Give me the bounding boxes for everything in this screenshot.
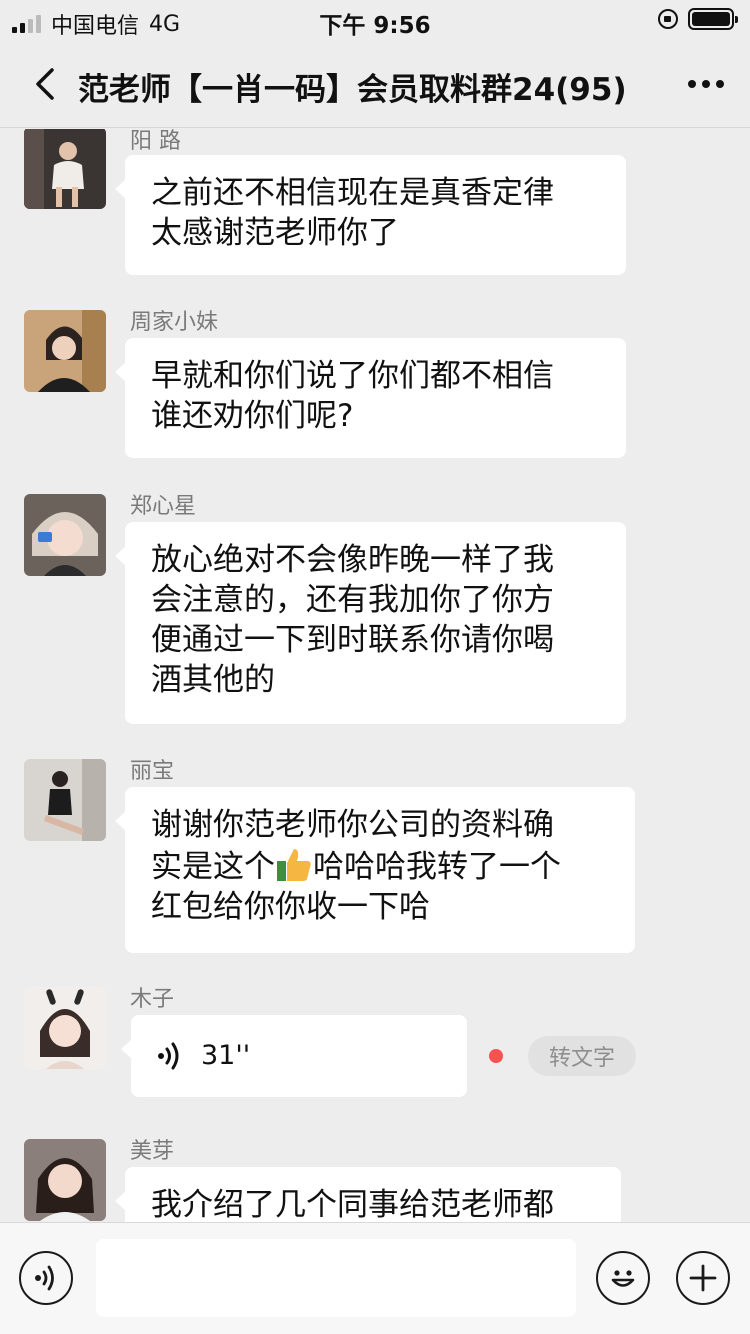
- status-bar: 中国电信 4G 下午 9:56: [0, 0, 750, 40]
- sender-name: 丽宝: [130, 759, 175, 784]
- message-text: 早就和你们说了你们都不相信 谁还劝你们呢?: [151, 358, 554, 434]
- sender-name: 美芽: [130, 1139, 175, 1164]
- message-bubble[interactable]: 谢谢你范老师你公司的资料确 实是这个 哈哈哈我转了一个 红包给你你收一下哈: [115, 787, 635, 953]
- emoji-icon: [611, 1270, 635, 1287]
- avatar[interactable]: [24, 759, 106, 841]
- chat-list[interactable]: 阳 路 之前还不相信现在是真香定律 太感谢范老师你了 周家小妹 早就和你们说了你…: [0, 129, 750, 1222]
- chevron-left-icon: [36, 68, 54, 100]
- more-button[interactable]: [684, 66, 728, 102]
- emoji-button[interactable]: [596, 1251, 650, 1305]
- sender-name: 郑心星: [130, 494, 197, 519]
- avatar[interactable]: [24, 987, 106, 1069]
- chat-title: 范老师【一肖一码】会员取料群24(95): [78, 72, 627, 108]
- chat-header: 范老师【一肖一码】会员取料群24(95): [0, 40, 750, 128]
- message-text: 放心绝对不会像昨晚一样了我 会注意的，还有我加你了你方 便通过一下到时联系你请你…: [151, 542, 554, 698]
- back-button[interactable]: [28, 64, 64, 104]
- rotation-lock-icon: [658, 9, 678, 29]
- plus-button[interactable]: [676, 1251, 730, 1305]
- message-bubble[interactable]: 早就和你们说了你们都不相信 谁还劝你们呢?: [115, 338, 626, 458]
- message-bubble[interactable]: 放心绝对不会像昨晚一样了我 会注意的，还有我加你了你方 便通过一下到时联系你请你…: [115, 522, 626, 724]
- message-bubble[interactable]: 我介绍了几个同事给范老师都: [115, 1167, 621, 1222]
- message-bubble[interactable]: 之前还不相信现在是真香定律 太感谢范老师你了: [115, 155, 626, 275]
- input-toolbar: [0, 1222, 750, 1334]
- voice-message-bubble[interactable]: 31'': [121, 1015, 467, 1097]
- message-input[interactable]: [96, 1239, 576, 1317]
- more-dots-icon: [688, 80, 696, 88]
- message-text: 谢谢你范老师你公司的资料确 实是这个 哈哈哈我转了一个 红包给你你收一下哈: [151, 805, 609, 927]
- sender-name: 周家小妹: [130, 310, 219, 335]
- avatar[interactable]: [24, 1139, 106, 1221]
- sender-name: 阳 路: [130, 129, 181, 154]
- unread-dot: [489, 1049, 503, 1063]
- avatar[interactable]: [24, 129, 106, 209]
- avatar[interactable]: [24, 310, 106, 392]
- sender-name: 木子: [130, 987, 175, 1012]
- avatar[interactable]: [24, 494, 106, 576]
- voice-input-button[interactable]: [19, 1251, 73, 1305]
- message-text: 之前还不相信现在是真香定律 太感谢范老师你了: [151, 175, 554, 251]
- status-time: 下午 9:56: [319, 13, 431, 39]
- voice-input-icon: [35, 1265, 54, 1291]
- voice-duration: 31'': [201, 1040, 251, 1071]
- plus-icon: [689, 1264, 717, 1292]
- battery-icon: [688, 8, 738, 30]
- message-text: 我介绍了几个同事给范老师都: [151, 1187, 554, 1222]
- thumbs-up-emoji-icon: [277, 849, 311, 881]
- voice-wave-icon: [158, 1042, 179, 1070]
- status-right: [658, 8, 738, 30]
- convert-to-text-button[interactable]: 转文字: [528, 1036, 636, 1076]
